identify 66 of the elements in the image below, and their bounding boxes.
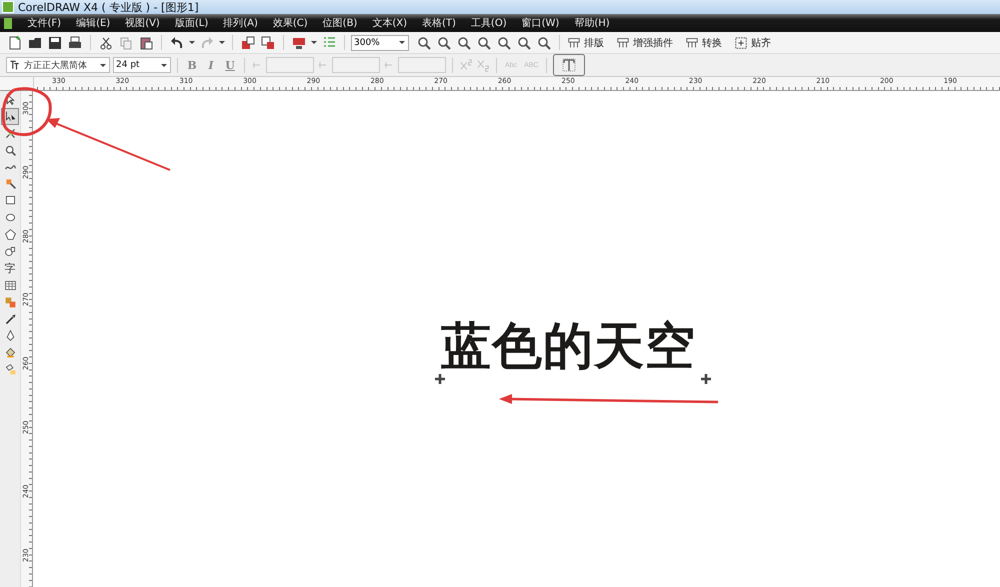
menu-item[interactable]: 文本(X) bbox=[364, 16, 414, 30]
text-tool[interactable]: 字 bbox=[1, 260, 19, 277]
import-icon bbox=[240, 34, 256, 50]
magnifier-icon bbox=[436, 34, 452, 50]
menu-item[interactable]: 编辑(E) bbox=[68, 16, 118, 30]
menu-item[interactable]: 文件(F) bbox=[20, 16, 69, 30]
document-icon bbox=[4, 18, 12, 28]
magnifier-icon bbox=[496, 34, 512, 50]
plugin-button[interactable]: 转换 bbox=[684, 34, 723, 52]
interactive-fill-icon bbox=[4, 363, 16, 376]
crop-icon bbox=[4, 126, 16, 140]
basic-shapes-icon bbox=[4, 244, 16, 258]
snap-grid-icon bbox=[734, 36, 748, 50]
eyedropper-icon bbox=[4, 312, 16, 326]
plugin-button[interactable]: 贴齐 bbox=[733, 34, 772, 52]
menu-item[interactable]: 排列(A) bbox=[216, 16, 266, 30]
menu-item[interactable]: 表格(T) bbox=[414, 16, 464, 30]
plugin-icon bbox=[567, 36, 581, 50]
menu-item[interactable]: 效果(C) bbox=[265, 16, 316, 30]
magnifier-icon bbox=[476, 34, 492, 50]
dropdown-caret-icon bbox=[161, 64, 167, 66]
font-size-field[interactable]: 24 pt bbox=[113, 57, 171, 73]
clipboard-icon bbox=[138, 34, 154, 50]
printer-icon bbox=[67, 34, 83, 50]
window-title: CorelDRAW X4 ( 专业版 ) - [图形1] bbox=[18, 0, 199, 14]
polygon-icon bbox=[4, 228, 16, 242]
import-button[interactable] bbox=[239, 34, 257, 52]
smartfill-icon bbox=[4, 177, 16, 190]
menu-item[interactable]: 窗口(W) bbox=[514, 16, 567, 30]
plugin-icon bbox=[616, 36, 630, 50]
zoom-icon bbox=[4, 144, 16, 157]
text-frame-icon bbox=[561, 57, 578, 73]
dropdown-caret-icon bbox=[399, 41, 405, 44]
dropdown-caret-icon bbox=[219, 41, 225, 44]
blend-icon bbox=[4, 296, 16, 309]
selection-handle-icon[interactable] bbox=[701, 374, 711, 384]
dropdown-caret-icon bbox=[311, 41, 317, 44]
text-frame-button[interactable] bbox=[553, 54, 586, 76]
plugin-button[interactable]: 增强插件 bbox=[615, 34, 674, 52]
export-button[interactable] bbox=[259, 34, 277, 52]
font-name-field[interactable]: 方正正大黑简体 bbox=[6, 57, 110, 73]
export-icon bbox=[260, 34, 276, 50]
dropdown-caret-icon bbox=[100, 64, 106, 66]
dropdown-caret-icon bbox=[189, 41, 195, 44]
table-icon bbox=[4, 278, 16, 292]
magnifier-icon bbox=[456, 34, 472, 50]
redo-arrow-icon bbox=[199, 34, 215, 50]
plugin-button[interactable]: 排版 bbox=[566, 34, 605, 52]
copy-icon bbox=[118, 34, 134, 50]
magnifier-icon bbox=[416, 34, 432, 50]
app-icon bbox=[2, 1, 14, 13]
selection-handle-icon[interactable] bbox=[435, 374, 445, 384]
fill-icon bbox=[4, 346, 16, 360]
magnifier-icon bbox=[516, 34, 532, 50]
document-icon bbox=[7, 34, 23, 50]
undo-arrow-icon bbox=[169, 34, 185, 50]
magnifier-icon bbox=[536, 34, 552, 50]
menu-item[interactable]: 工具(O) bbox=[463, 16, 514, 30]
zoom-level-field[interactable]: 300% bbox=[351, 34, 409, 50]
menu-item[interactable]: 版面(L) bbox=[167, 16, 216, 30]
menu-item[interactable]: 位图(B) bbox=[315, 16, 365, 30]
shape-icon bbox=[4, 110, 16, 123]
menu-item[interactable]: 视图(V) bbox=[118, 16, 168, 30]
canvas-text: 蓝色的天空 bbox=[441, 318, 696, 374]
plugin-icon bbox=[685, 36, 699, 50]
menu-item[interactable]: 帮助(H) bbox=[566, 16, 618, 30]
